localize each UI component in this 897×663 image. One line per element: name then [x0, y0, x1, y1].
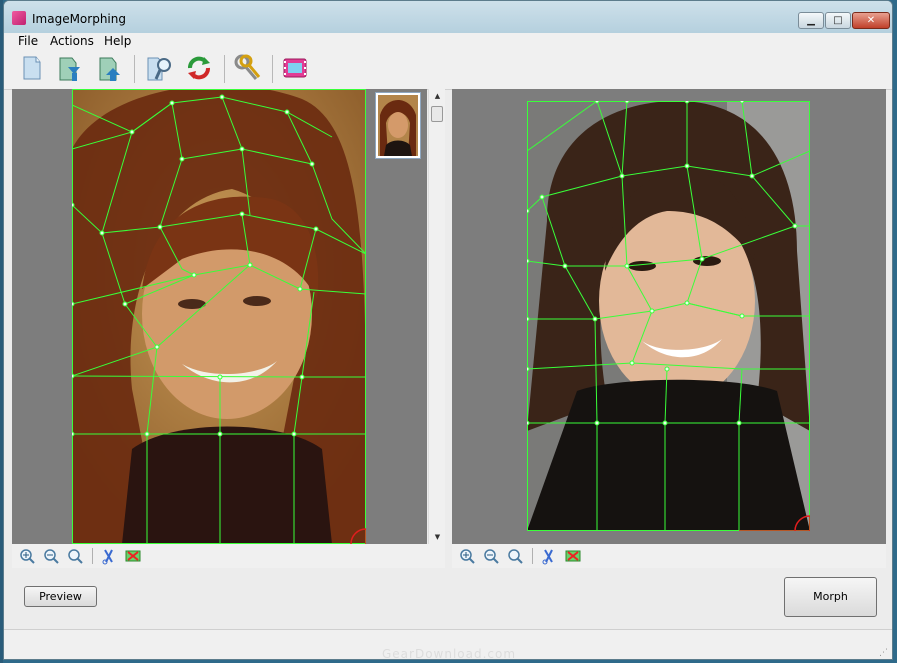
app-logo-icon: [12, 11, 26, 25]
target-zoom-toolbar: [452, 544, 886, 568]
zoom-in-icon[interactable]: [458, 547, 476, 565]
corner-marker[interactable]: [794, 515, 810, 531]
new-document-icon[interactable]: [16, 53, 46, 83]
watermark: GearDownload.com: [382, 647, 517, 660]
main-toolbar: [4, 49, 892, 90]
zoom-out-icon[interactable]: [482, 547, 500, 565]
scroll-thumb[interactable]: [431, 106, 443, 122]
export-movie-icon[interactable]: [280, 53, 310, 83]
preview-button[interactable]: Preview: [24, 586, 97, 607]
zoom-separator: [532, 548, 533, 564]
zoom-fit-icon[interactable]: [66, 547, 84, 565]
source-image-pane[interactable]: [12, 89, 427, 544]
zoom-separator: [92, 548, 93, 564]
toolbar-separator: [224, 55, 225, 83]
corner-marker[interactable]: [350, 528, 366, 544]
thumbnail-image: [378, 95, 418, 156]
target-image-pane[interactable]: [452, 89, 886, 544]
toolbar-separator: [272, 55, 273, 83]
source-mesh-overlay[interactable]: [72, 89, 366, 544]
find-image-icon[interactable]: [144, 53, 174, 83]
menu-file[interactable]: File: [14, 33, 42, 49]
minimize-button[interactable]: ▁: [798, 12, 824, 29]
vertical-scrollbar[interactable]: ▲ ▼: [428, 89, 445, 544]
window-title: ImageMorphing: [32, 12, 126, 26]
menu-actions[interactable]: Actions: [46, 33, 98, 49]
settings-keys-icon[interactable]: [232, 53, 262, 83]
zoom-fit-icon[interactable]: [506, 547, 524, 565]
open-target-image-icon[interactable]: [94, 53, 124, 83]
delete-points-icon[interactable]: [564, 547, 582, 565]
menu-help[interactable]: Help: [100, 33, 135, 49]
cut-icon[interactable]: [100, 547, 118, 565]
scroll-up-arrow[interactable]: ▲: [429, 89, 446, 103]
close-button[interactable]: ✕: [852, 12, 890, 29]
delete-points-icon[interactable]: [124, 547, 142, 565]
zoom-out-icon[interactable]: [42, 547, 60, 565]
morph-button[interactable]: Morph: [784, 577, 877, 617]
maximize-button[interactable]: □: [825, 12, 851, 29]
zoom-in-icon[interactable]: [18, 547, 36, 565]
open-source-image-icon[interactable]: [54, 53, 84, 83]
target-photo: [527, 101, 810, 531]
source-photo: [72, 89, 366, 544]
app-window: ImageMorphing ▁ □ ✕ File Actions Help ▲ …: [3, 0, 893, 660]
resize-grip-icon[interactable]: ⋰: [879, 648, 888, 658]
scroll-down-arrow[interactable]: ▼: [429, 530, 446, 544]
target-mesh-overlay[interactable]: [527, 101, 810, 531]
source-zoom-toolbar: [12, 544, 445, 568]
source-thumbnail[interactable]: [375, 92, 421, 159]
menu-bar: File Actions Help: [4, 33, 892, 49]
toolbar-separator: [134, 55, 135, 83]
refresh-icon[interactable]: [184, 53, 214, 83]
title-bar[interactable]: ImageMorphing ▁ □ ✕: [4, 1, 892, 33]
cut-icon[interactable]: [540, 547, 558, 565]
